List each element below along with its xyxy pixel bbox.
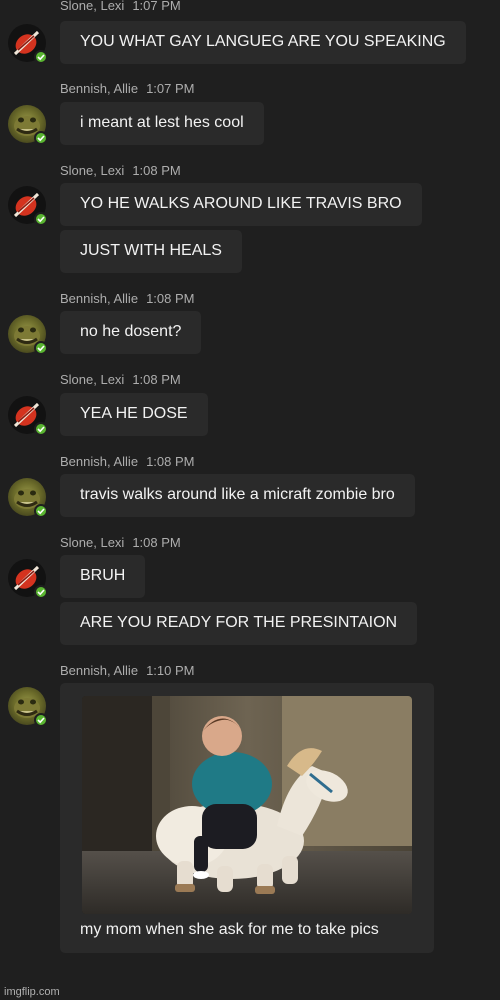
message-text: JUST WITH HEALS <box>80 242 222 259</box>
avatar[interactable] <box>8 396 48 436</box>
avatar[interactable] <box>8 478 48 518</box>
message-text: i meant at lest hes cool <box>80 114 244 131</box>
message-bubble[interactable]: BRUH <box>60 555 146 598</box>
message-time: 1:07 PM <box>132 0 181 13</box>
message-text: no he dosent? <box>80 323 182 340</box>
message-bubble[interactable]: YEA HE DOSE <box>60 393 208 436</box>
message-header: Bennish, Allie 1:08 PM <box>60 291 194 306</box>
online-status-icon <box>34 713 48 727</box>
online-status-icon <box>34 131 48 145</box>
avatar[interactable] <box>8 186 48 226</box>
message-time: 1:08 PM <box>146 291 195 306</box>
sender-name: Bennish, Allie <box>60 663 139 678</box>
message-bubble[interactable]: YOU WHAT GAY LANGUEG ARE YOU SPEAKING <box>60 21 466 64</box>
watermark: imgflip.com <box>4 986 60 998</box>
message-text: YOU WHAT GAY LANGUEG ARE YOU SPEAKING <box>80 33 446 50</box>
avatar[interactable] <box>8 315 48 355</box>
message-bubble[interactable]: i meant at lest hes cool <box>60 102 264 145</box>
message-bubble[interactable]: ARE YOU READY FOR THE PRESINTAION <box>60 602 418 645</box>
message-time: 1:08 PM <box>132 535 181 550</box>
message-text: travis walks around like a micraft zombi… <box>80 486 395 503</box>
avatar[interactable] <box>8 559 48 599</box>
message-text: BRUH <box>80 567 126 584</box>
message-text: YEA HE DOSE <box>80 405 188 422</box>
message-bubble[interactable]: travis walks around like a micraft zombi… <box>60 474 415 517</box>
sender-name: Slone, Lexi <box>60 0 125 13</box>
avatar[interactable] <box>8 105 48 145</box>
online-status-icon <box>34 504 48 518</box>
message-header: Bennish, Allie 1:07 PM <box>60 81 194 96</box>
message-header: Slone, Lexi 1:07 PM <box>60 0 181 13</box>
sender-name: Slone, Lexi <box>60 163 125 178</box>
image-message-bubble[interactable]: my mom when she ask for me to take pics <box>60 683 434 953</box>
online-status-icon <box>34 212 48 226</box>
online-status-icon <box>34 50 48 64</box>
sender-name: Bennish, Allie <box>60 291 139 306</box>
sender-name: Bennish, Allie <box>60 454 139 469</box>
message-bubble[interactable]: YO HE WALKS AROUND LIKE TRAVIS BRO <box>60 183 422 226</box>
message-time: 1:10 PM <box>146 663 195 678</box>
message-time: 1:07 PM <box>146 81 195 96</box>
message-time: 1:08 PM <box>132 163 181 178</box>
message-bubble[interactable]: JUST WITH HEALS <box>60 230 242 273</box>
online-status-icon <box>34 585 48 599</box>
message-text: ARE YOU READY FOR THE PRESINTAION <box>80 614 398 631</box>
message-bubble[interactable]: no he dosent? <box>60 311 202 354</box>
message-header: Bennish, Allie 1:10 PM <box>60 663 194 678</box>
message-header: Slone, Lexi 1:08 PM <box>60 535 181 550</box>
online-status-icon <box>34 341 48 355</box>
sender-name: Bennish, Allie <box>60 81 139 96</box>
online-status-icon <box>34 422 48 436</box>
message-time: 1:08 PM <box>132 372 181 387</box>
message-header: Slone, Lexi 1:08 PM <box>60 372 181 387</box>
sender-name: Slone, Lexi <box>60 372 125 387</box>
message-header: Slone, Lexi 1:08 PM <box>60 163 181 178</box>
sender-name: Slone, Lexi <box>60 535 125 550</box>
attached-photo[interactable] <box>82 696 412 914</box>
message-text: YO HE WALKS AROUND LIKE TRAVIS BRO <box>80 195 402 212</box>
image-caption: my mom when she ask for me to take pics <box>80 921 379 938</box>
message-header: Bennish, Allie 1:08 PM <box>60 454 194 469</box>
avatar[interactable] <box>8 687 48 727</box>
avatar[interactable] <box>8 24 48 64</box>
message-time: 1:08 PM <box>146 454 195 469</box>
